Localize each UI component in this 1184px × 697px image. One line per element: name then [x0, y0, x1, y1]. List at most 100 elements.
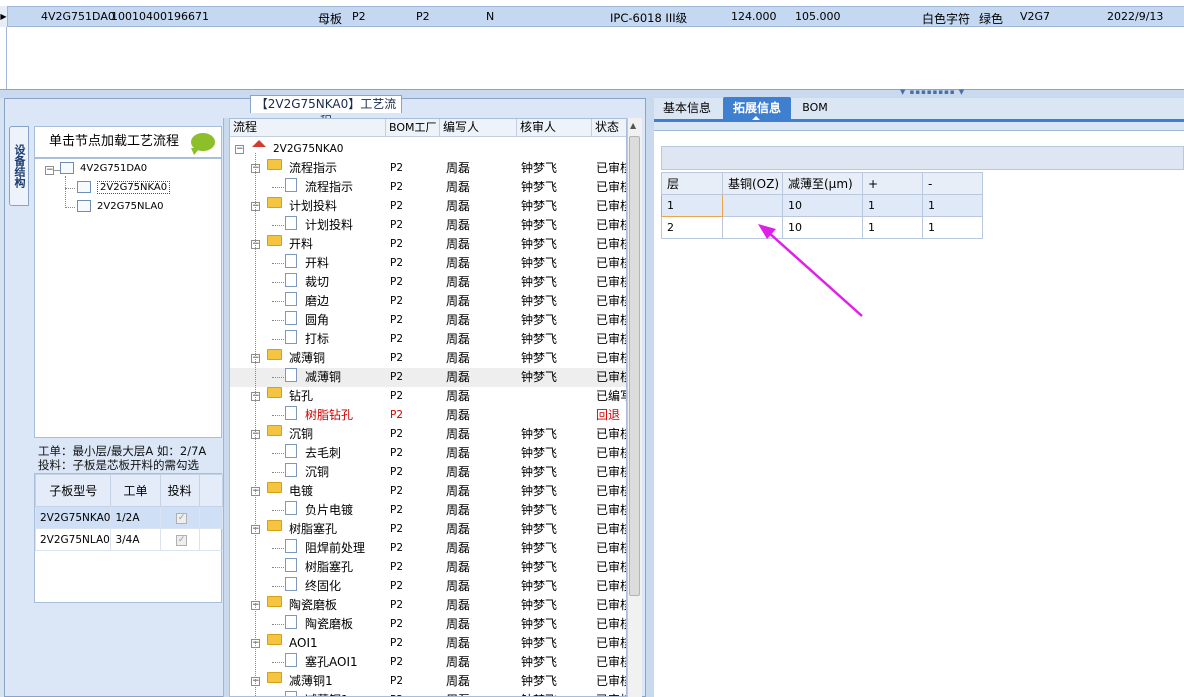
process-tab-title[interactable]: 【2V2G75NKA0】工艺流程 [250, 95, 402, 128]
flow-step-row[interactable]: 去毛刺 P2 周磊 钟梦飞 已审核 [230, 444, 626, 463]
flow-step-row[interactable]: 陶瓷磨板 P2 周磊 钟梦飞 已审核 [230, 615, 626, 634]
cell-material[interactable]: IPC-6018 III级 [610, 10, 687, 26]
cell-plus[interactable]: 1 [862, 194, 923, 217]
table-row[interactable]: 2V2G75NLA0 3/4A ✓ [34, 528, 224, 551]
checkbox-checked[interactable]: ✓ [176, 535, 188, 546]
cell-layer[interactable]: 2 [661, 216, 723, 239]
col-layer[interactable]: 层 [661, 172, 723, 195]
flow-group-row[interactable]: −陶瓷磨板P2周磊钟梦飞已审核 [230, 596, 626, 615]
cell-bom: P2 [390, 409, 404, 421]
cell-type[interactable]: 母板 [318, 10, 342, 27]
flow-step-row[interactable]: 负片电镀 P2 周磊 钟梦飞 已审核 [230, 501, 626, 520]
cell-feed[interactable]: ✓ [159, 528, 200, 551]
cell-model[interactable]: 2V2G75NKA0 [34, 506, 112, 529]
cell-status: 已审核 [596, 465, 626, 479]
flow-group-row[interactable]: −电镀P2周磊钟梦飞已审核 [230, 482, 626, 501]
cell-flag[interactable]: N [486, 10, 494, 23]
cell-thin-to[interactable]: 10 [782, 216, 863, 239]
col-minus[interactable]: - [922, 172, 983, 195]
flow-step-row[interactable]: 终固化 P2 周磊 钟梦飞 已审核 [230, 577, 626, 596]
col-bom[interactable]: BOM工厂 [386, 119, 440, 137]
cell-bom: P2 [390, 219, 404, 231]
flow-root-row[interactable]: − 2V2G75NKA0 [230, 140, 626, 159]
cell-p1[interactable]: P2 [352, 10, 366, 23]
table-row[interactable]: 2V2G75NKA0 1/2A ✓ [34, 506, 224, 529]
collapse-icon[interactable]: − [45, 166, 54, 175]
table-row[interactable]: 2 10 1 1 [661, 216, 983, 239]
tab-basic-info[interactable]: 基本信息 [654, 97, 720, 119]
checkbox-checked[interactable]: ✓ [176, 513, 188, 524]
cell-code[interactable]: 4V2G751DA0 [41, 10, 115, 23]
col-status[interactable]: 状态 [592, 119, 626, 137]
flow-step-row[interactable]: 树脂塞孔 P2 周磊 钟梦飞 已审核 [230, 558, 626, 577]
flow-step-row[interactable]: 计划投料 P2 周磊 钟梦飞 已审核 [230, 216, 626, 235]
cell-number[interactable]: 10010400196671 [111, 10, 209, 23]
horizontal-splitter[interactable] [0, 90, 1184, 98]
tree-node-nla0[interactable]: 2V2G75NLA0 [77, 199, 164, 215]
flow-step-row[interactable]: 开料 P2 周磊 钟梦飞 已审核 [230, 254, 626, 273]
flow-step-row[interactable]: 塞孔AOI1 P2 周磊 钟梦飞 已审核 [230, 653, 626, 672]
cell-writer: 周磊 [446, 313, 471, 327]
col-order[interactable]: 工单 [110, 474, 161, 507]
cell-base-copper[interactable] [722, 194, 783, 217]
flow-group-row[interactable]: −减薄铜P2周磊钟梦飞已审核 [230, 349, 626, 368]
cell-layer[interactable]: 1 [661, 194, 723, 217]
cell-p2[interactable]: P2 [416, 10, 430, 23]
scroll-up-icon[interactable]: ▲ [630, 121, 636, 130]
cell-ver[interactable]: V2G7 [1020, 10, 1050, 23]
tree-node-root[interactable]: 4V2G751DA0 [60, 161, 147, 177]
col-flow[interactable]: 流程 [230, 119, 386, 137]
flow-group-row[interactable]: −计划投料P2周磊钟梦飞已审核 [230, 197, 626, 216]
flow-step-row[interactable]: 打标 P2 周磊 钟梦飞 已审核 [230, 330, 626, 349]
flow-step-row[interactable]: 裁切 P2 周磊 钟梦飞 已审核 [230, 273, 626, 292]
cell-bom: P2 [390, 656, 404, 668]
flow-group-row[interactable]: −沉铜P2周磊钟梦飞已审核 [230, 425, 626, 444]
cell-v1[interactable]: 124.000 [731, 10, 777, 23]
flow-step-row[interactable]: 阻焊前处理 P2 周磊 钟梦飞 已审核 [230, 539, 626, 558]
col-checker[interactable]: 核审人 [517, 119, 592, 137]
cell-model[interactable]: 2V2G75NLA0 [34, 528, 112, 551]
flow-group-row[interactable]: −流程指示P2周磊钟梦飞已审核 [230, 159, 626, 178]
flow-step-row[interactable]: 树脂钻孔 P2 周磊 回退 [230, 406, 626, 425]
splitter-grip-icon[interactable]: ▼ ▪▪▪▪▪▪▪▪ ▼ [900, 89, 966, 96]
flow-step-row[interactable]: 圆角 P2 周磊 钟梦飞 已审核 [230, 311, 626, 330]
cell-minus[interactable]: 1 [922, 216, 983, 239]
main-splitter[interactable] [646, 98, 654, 697]
flow-group-row[interactable]: −钻孔P2周磊已编写 [230, 387, 626, 406]
cell-v2[interactable]: 105.000 [795, 10, 841, 23]
flow-group-row[interactable]: −开料P2周磊钟梦飞已审核 [230, 235, 626, 254]
scrollbar-thumb[interactable] [629, 136, 640, 596]
flow-group-row[interactable]: −树脂塞孔P2周磊钟梦飞已审核 [230, 520, 626, 539]
collapse-icon[interactable]: − [235, 145, 244, 154]
col-feed[interactable]: 投料 [159, 474, 200, 507]
cell-plus[interactable]: 1 [862, 216, 923, 239]
cell-date[interactable]: 2022/9/13 [1107, 10, 1163, 23]
col-thin-to[interactable]: 减薄至(μm) [782, 172, 863, 195]
cell-status: 已审核 [596, 579, 626, 593]
cell-base-copper[interactable] [722, 216, 783, 239]
flow-group-row[interactable]: −AOI1P2周磊钟梦飞已审核 [230, 634, 626, 653]
cell-char-color[interactable]: 白色字符 [922, 10, 970, 27]
cell-feed[interactable]: ✓ [159, 506, 200, 529]
col-model[interactable]: 子板型号 [34, 474, 112, 507]
col-plus[interactable]: + [862, 172, 923, 195]
cell-minus[interactable]: 1 [922, 194, 983, 217]
col-base-copper[interactable]: 基铜(OZ) [722, 172, 783, 195]
side-tab-structure[interactable]: 设备结构 [9, 126, 29, 206]
flow-step-row[interactable]: 流程指示 P2 周磊 钟梦飞 已审核 [230, 178, 626, 197]
records-grid-selected-row[interactable]: 4V2G751DA0 10010400196671 母板 P2 P2 N IPC… [0, 6, 1184, 27]
cell-thin-to[interactable]: 10 [782, 194, 863, 217]
cell-order[interactable]: 3/4A [110, 528, 161, 551]
flow-group-row[interactable]: −减薄铜1P2周磊钟梦飞已审核 [230, 672, 626, 691]
flow-step-row[interactable]: 减薄铜1 P2 周磊 钟梦飞 已审核 [230, 691, 626, 696]
tree-node-nka0[interactable]: 2V2G75NKA0 [77, 180, 171, 196]
col-writer[interactable]: 编写人 [440, 119, 517, 137]
cell-order[interactable]: 1/2A [110, 506, 161, 529]
tab-bom[interactable]: BOM [795, 97, 835, 119]
flow-step-row[interactable]: 沉铜 P2 周磊 钟梦飞 已审核 [230, 463, 626, 482]
chat-bubble-tail [191, 148, 200, 155]
cell-color[interactable]: 绿色 [979, 10, 1003, 27]
flow-step-row[interactable]: 磨边 P2 周磊 钟梦飞 已审核 [230, 292, 626, 311]
flow-step-row[interactable]: 减薄铜 P2 周磊 钟梦飞 已审核 [230, 368, 626, 387]
table-row[interactable]: 1 10 1 1 [661, 194, 983, 217]
